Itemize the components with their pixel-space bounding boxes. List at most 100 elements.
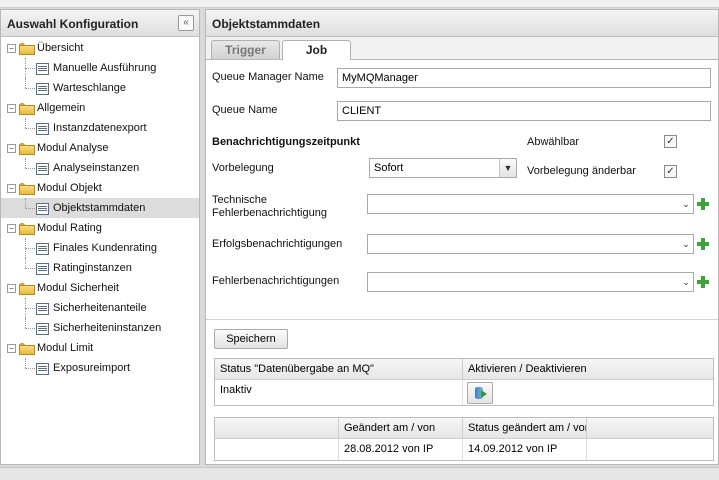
folder-icon	[19, 183, 35, 195]
queue-manager-label: Queue Manager Name	[212, 71, 324, 83]
tree-folder[interactable]: − Modul Analyse	[1, 138, 199, 158]
tree-connector	[25, 118, 26, 128]
collapse-icon[interactable]: «	[178, 15, 194, 31]
database-run-icon[interactable]	[467, 382, 493, 404]
history-cell: 14.09.2012 von IP	[463, 439, 587, 460]
queue-manager-input[interactable]: MyMQManager	[337, 68, 711, 88]
document-icon	[36, 363, 49, 375]
status-table: Status "Datenübergabe an MQ" Aktivieren …	[214, 358, 714, 406]
tree-folder-label: Modul Analyse	[37, 142, 109, 154]
document-icon	[36, 163, 49, 175]
chevron-down-icon[interactable]: ⌄	[679, 273, 693, 291]
vorbelegung-value: Sofort	[374, 162, 404, 174]
collapse-toggle-icon[interactable]: −	[7, 224, 16, 233]
status-geaendert-header: Status geändert am / von	[463, 418, 587, 439]
tree-folder[interactable]: − Modul Limit	[1, 338, 199, 358]
tree-connector	[25, 258, 26, 268]
top-bar	[0, 0, 719, 8]
tree-item-label: Manuelle Ausführung	[53, 62, 157, 74]
tree-folder-label: Übersicht	[37, 42, 84, 54]
tree-item-label: Finales Kundenrating	[53, 242, 157, 254]
chevron-down-icon[interactable]: ▼	[499, 159, 516, 177]
tree-connector	[25, 88, 35, 89]
document-icon	[36, 83, 49, 95]
folder-icon	[19, 143, 35, 155]
detail-panel: Objektstammdaten Trigger Job Queue Manag…	[205, 9, 719, 465]
document-icon	[36, 303, 49, 315]
divider	[206, 319, 718, 320]
folder-icon	[19, 43, 35, 55]
collapse-toggle-icon[interactable]: −	[7, 284, 16, 293]
tree-folder-label: Allgemein	[37, 102, 86, 114]
tree-connector	[25, 208, 35, 209]
history-cell: 28.08.2012 von IP	[339, 439, 463, 460]
fehler-combo[interactable]: ⌄	[367, 272, 694, 292]
tree-folder[interactable]: − Modul Rating	[1, 218, 199, 238]
play-arrow-icon	[481, 390, 487, 398]
bottom-bar	[0, 467, 719, 480]
tab-trigger[interactable]: Trigger	[211, 40, 280, 59]
history-header-empty	[215, 418, 339, 439]
tree-item[interactable]: Sicherheiteninstanzen	[1, 318, 199, 338]
tree-connector	[25, 268, 35, 269]
abwaehlbar-checkbox[interactable]: ✓	[664, 135, 677, 148]
tree-item[interactable]: Exposureimport	[1, 358, 199, 378]
configuration-panel-header: Auswahl Konfiguration «	[1, 10, 199, 37]
tree-connector	[25, 328, 35, 329]
document-icon	[36, 123, 49, 135]
queue-name-label: Queue Name	[212, 104, 278, 116]
tree-item[interactable]: Manuelle Ausführung	[1, 58, 199, 78]
tree-folder[interactable]: − Allgemein	[1, 98, 199, 118]
status-value: Inaktiv	[215, 380, 463, 405]
tree-item[interactable]: Instanzdatenexport	[1, 118, 199, 138]
tree-folder[interactable]: − Modul Sicherheit	[1, 278, 199, 298]
add-icon[interactable]	[696, 275, 710, 289]
queue-name-input[interactable]: CLIENT	[337, 101, 711, 121]
vorbelegung-select[interactable]: Sofort ▼	[369, 158, 517, 178]
tab-job[interactable]: Job	[282, 40, 351, 60]
tree-item[interactable]: Warteschlange	[1, 78, 199, 98]
folder-icon	[19, 283, 35, 295]
collapse-toggle-icon[interactable]: −	[7, 104, 16, 113]
tree-item[interactable]: Sicherheitenanteile	[1, 298, 199, 318]
tree-connector	[25, 168, 35, 169]
tree-connector	[25, 158, 26, 168]
tree-item[interactable]: Finales Kundenrating	[1, 238, 199, 258]
tree-item[interactable]: Objektstammdaten	[1, 198, 199, 218]
tree-item[interactable]: Analyseinstanzen	[1, 158, 199, 178]
vorbelegung-aenderbar-label: Vorbelegung änderbar	[527, 165, 636, 177]
abwaehlbar-label: Abwählbar	[527, 136, 579, 148]
folder-icon	[19, 343, 35, 355]
tree-connector	[25, 198, 26, 208]
tree-item[interactable]: Ratinginstanzen	[1, 258, 199, 278]
save-button[interactable]: Speichern	[214, 329, 288, 349]
fehler-label: Fehlerbenachrichtigungen	[212, 275, 340, 287]
erfolg-combo[interactable]: ⌄	[367, 234, 694, 254]
tree-folder-label: Modul Rating	[37, 222, 102, 234]
chevron-down-icon[interactable]: ⌄	[679, 235, 693, 253]
collapse-toggle-icon[interactable]: −	[7, 344, 16, 353]
detail-panel-header: Objektstammdaten	[206, 10, 718, 37]
tree-folder[interactable]: − Übersicht	[1, 38, 199, 58]
vorbelegung-label: Vorbelegung	[212, 162, 274, 174]
tree-folder[interactable]: − Modul Objekt	[1, 178, 199, 198]
vorbelegung-aenderbar-checkbox[interactable]: ✓	[664, 165, 677, 178]
collapse-toggle-icon[interactable]: −	[7, 184, 16, 193]
panel-title: Auswahl Konfiguration	[7, 17, 139, 31]
folder-icon	[19, 103, 35, 115]
geaendert-header: Geändert am / von	[339, 418, 463, 439]
document-icon	[36, 263, 49, 275]
add-icon[interactable]	[696, 197, 710, 211]
technische-fehler-combo[interactable]: ⌄	[367, 194, 694, 214]
tree-connector	[25, 78, 26, 88]
tree-folder-label: Modul Objekt	[37, 182, 102, 194]
collapse-toggle-icon[interactable]: −	[7, 144, 16, 153]
technische-label-line2: Fehlerbenachrichtigung	[212, 207, 327, 219]
technische-label-line1: Technische	[212, 194, 268, 206]
add-icon[interactable]	[696, 237, 710, 251]
collapse-toggle-icon[interactable]: −	[7, 44, 16, 53]
tree-connector	[25, 248, 35, 249]
tree-connector	[25, 128, 35, 129]
chevron-down-icon[interactable]: ⌄	[679, 195, 693, 213]
tree-item-label: Sicherheiteninstanzen	[53, 322, 162, 334]
